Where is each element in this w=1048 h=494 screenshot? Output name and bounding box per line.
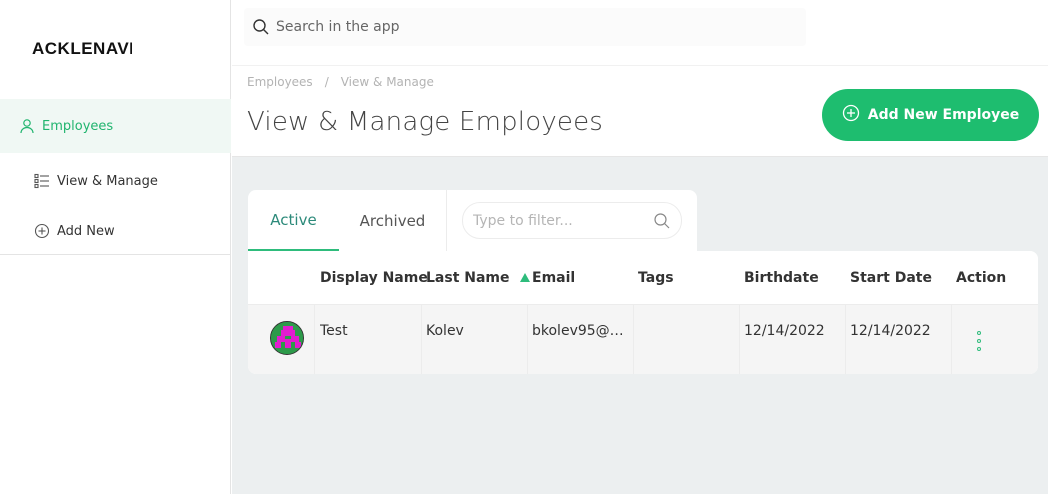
- breadcrumb-item-employees[interactable]: Employees: [247, 75, 313, 89]
- sort-ascending-icon: [519, 273, 530, 282]
- cell-birthdate: 12/14/2022: [744, 323, 825, 339]
- column-display-name[interactable]: Display Name: [320, 251, 428, 304]
- page-title: View & Manage Employees: [247, 107, 604, 137]
- sidebar-item-employees[interactable]: Employees: [0, 99, 231, 153]
- tab-divider: [446, 190, 447, 251]
- search-icon: [653, 212, 671, 230]
- sidebar-item-add-new[interactable]: Add New: [0, 216, 231, 246]
- add-new-employee-label: Add New Employee: [867, 107, 1020, 123]
- cell-divider: [314, 305, 315, 374]
- filter-input[interactable]: [473, 212, 643, 229]
- column-last-name[interactable]: Last Name: [426, 251, 530, 304]
- cell-email: bkolev95@g…: [532, 323, 632, 339]
- tab-active[interactable]: Active: [248, 190, 339, 251]
- table-row[interactable]: Test Kolev bkolev95@g… 12/14/2022 12/14/…: [248, 304, 1038, 374]
- sidebar-divider: [0, 254, 231, 255]
- list-icon: [33, 172, 51, 190]
- cell-divider: [951, 305, 952, 374]
- cell-divider: [527, 305, 528, 374]
- person-icon: [18, 117, 36, 135]
- dot: [977, 331, 981, 335]
- column-action: Action: [956, 269, 1007, 286]
- page-header: Employees / View & Manage View & Manage …: [232, 66, 1048, 157]
- add-new-employee-button[interactable]: Add New Employee: [822, 89, 1039, 141]
- breadcrumb-separator: /: [324, 75, 329, 89]
- sidebar-item-label: View & Manage: [57, 173, 158, 189]
- search-icon: [252, 18, 270, 36]
- column-start-date[interactable]: Start Date: [850, 251, 932, 304]
- dot: [977, 339, 981, 343]
- search-input[interactable]: [276, 19, 776, 35]
- column-label: Last Name: [426, 269, 510, 286]
- cell-divider: [633, 305, 634, 374]
- column-email[interactable]: Email: [532, 251, 575, 304]
- plus-circle-icon: [842, 104, 860, 126]
- tab-archived[interactable]: Archived: [339, 190, 446, 251]
- dot: [977, 347, 981, 351]
- column-birthdate[interactable]: Birthdate: [744, 251, 819, 304]
- sidebar: ACKLENAVENUE Employees View & Manage Add…: [0, 0, 231, 494]
- main-content: Active Archived Display Name Last Name E…: [232, 157, 1048, 494]
- plus-circle-icon: [33, 222, 51, 240]
- logo: ACKLENAVENUE: [32, 39, 132, 58]
- cell-display-name: Test: [320, 323, 348, 339]
- breadcrumb: Employees / View & Manage: [247, 75, 434, 89]
- sidebar-item-view-manage[interactable]: View & Manage: [0, 166, 231, 196]
- cell-divider: [739, 305, 740, 374]
- cell-divider: [421, 305, 422, 374]
- table-header: Display Name Last Name Email Tags Birthd…: [248, 251, 1038, 304]
- filter-box[interactable]: [462, 202, 682, 239]
- topbar: [232, 0, 1048, 66]
- column-tags[interactable]: Tags: [638, 251, 674, 304]
- breadcrumb-item-view-manage: View & Manage: [340, 75, 434, 89]
- row-actions-menu-icon[interactable]: [975, 331, 983, 351]
- tab-bar: Active Archived: [248, 190, 697, 251]
- search-bar[interactable]: [244, 8, 806, 46]
- sidebar-item-label: Add New: [57, 223, 115, 239]
- sidebar-item-label: Employees: [42, 118, 114, 134]
- avatar: [270, 321, 304, 355]
- cell-divider: [845, 305, 846, 374]
- cell-last-name: Kolev: [426, 323, 464, 339]
- employees-table: Display Name Last Name Email Tags Birthd…: [248, 251, 1038, 374]
- cell-start-date: 12/14/2022: [850, 323, 931, 339]
